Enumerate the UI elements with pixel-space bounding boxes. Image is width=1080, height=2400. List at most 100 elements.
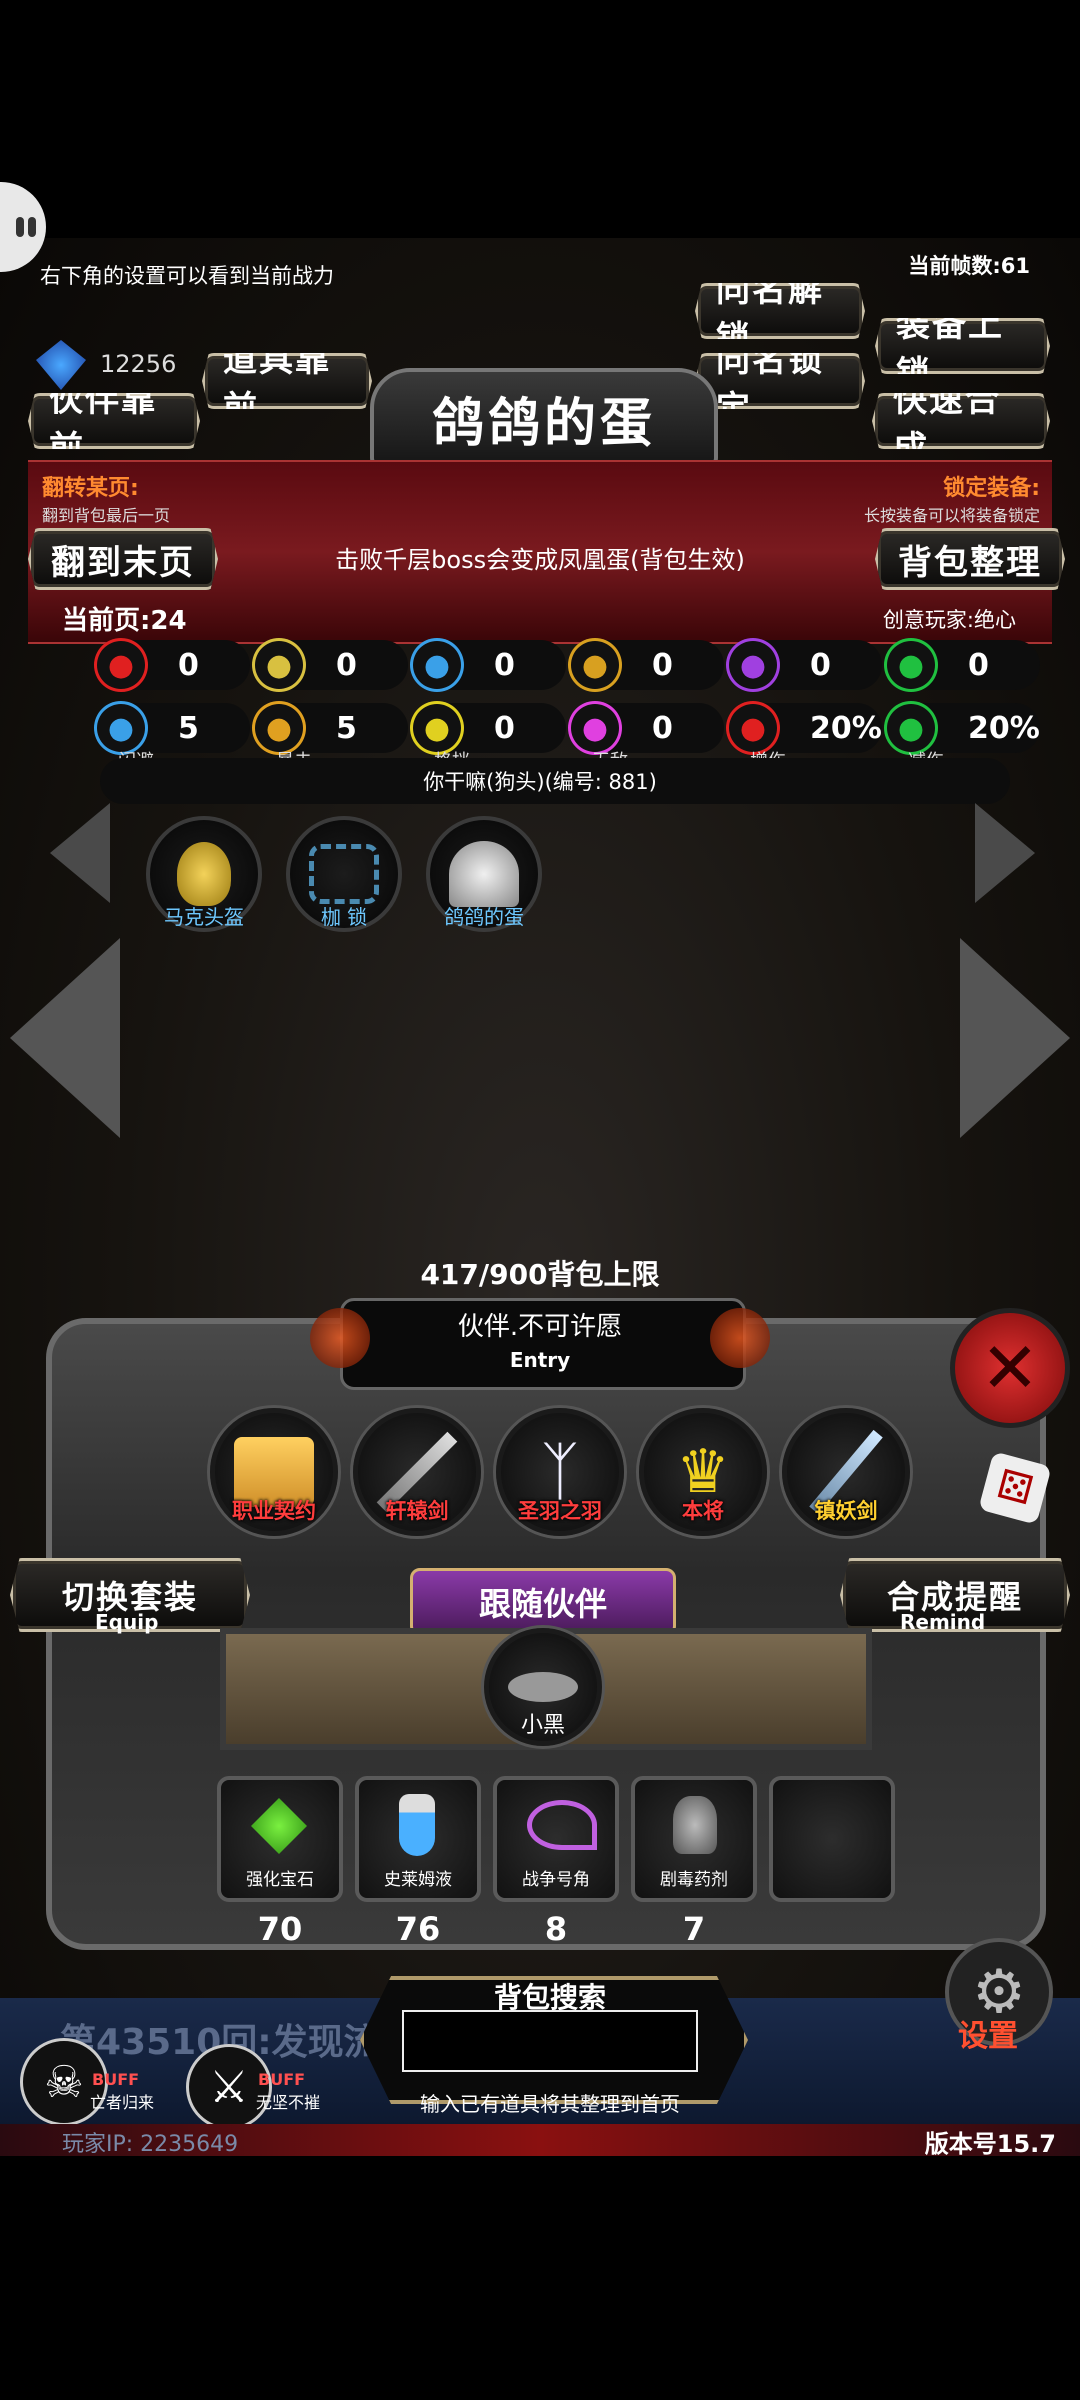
quick-merge-button[interactable]: 快速合成 bbox=[872, 393, 1050, 449]
helmet-icon: ● bbox=[410, 638, 464, 692]
bag-slot[interactable]: 史莱姆液 76 bbox=[355, 1776, 481, 1948]
partner-item-name: 镇妖剑 bbox=[814, 1499, 878, 1523]
settings-label[interactable]: 设置 bbox=[958, 2011, 1018, 2055]
flip-label: 翻转某页: bbox=[42, 476, 139, 501]
bag-slot[interactable]: 剧毒药剂 7 bbox=[631, 1776, 757, 1948]
stat-value: 0 bbox=[968, 647, 989, 683]
next-small-arrow[interactable] bbox=[975, 803, 1035, 903]
search-hint: 输入已有道具将其整理到首页 bbox=[420, 2092, 680, 2116]
prev-small-arrow[interactable] bbox=[50, 803, 110, 903]
same-name-lock-button[interactable]: 同名锁定 bbox=[695, 353, 865, 409]
tip-text: 右下角的设置可以看到当前战力 bbox=[40, 264, 334, 288]
partner-item[interactable]: 职业契约 bbox=[210, 1408, 338, 1536]
follow-partner-slot[interactable]: 小黑 bbox=[484, 1628, 602, 1746]
horn-icon bbox=[527, 1800, 597, 1850]
bag-item-name: 史莱姆液 bbox=[384, 1870, 452, 1890]
shackles-icon bbox=[309, 844, 379, 904]
stat-value: 0 bbox=[652, 710, 673, 746]
partner-front-button[interactable]: 伙伴靠前 bbox=[28, 393, 200, 449]
stat-value: 5 bbox=[336, 710, 357, 746]
stat-value: 5 bbox=[178, 710, 199, 746]
crown-icon: ♛ bbox=[676, 1437, 730, 1507]
equipped-slot-egg[interactable]: 鸽鸽的蛋 bbox=[426, 816, 542, 932]
stat-pill: ●0格挡 bbox=[410, 701, 566, 772]
stat-value: 0 bbox=[494, 647, 515, 683]
bag-item-name: 战争号角 bbox=[522, 1870, 590, 1890]
bag-slot[interactable]: 战争号角 8 bbox=[493, 1776, 619, 1948]
current-page: 当前页:24 bbox=[62, 606, 187, 636]
equipped-name: 马克头盔 bbox=[164, 905, 244, 929]
buff1-tag: BUFF bbox=[92, 2070, 140, 2089]
same-name-unlock-button[interactable]: 同名解锁 bbox=[695, 283, 865, 339]
creative-player: 创意玩家:绝心 bbox=[882, 608, 1016, 632]
stat-value: 20% bbox=[810, 710, 882, 746]
gem-count: 12256 bbox=[100, 350, 177, 378]
bag-item-count: 8 bbox=[544, 1910, 568, 1948]
stat-value: 0 bbox=[810, 647, 831, 683]
stat-value: 0 bbox=[336, 647, 357, 683]
bag-search-input[interactable] bbox=[402, 2010, 698, 2072]
pet-name: 小黑 bbox=[520, 1713, 565, 1738]
go-last-page-button[interactable]: 翻到末页 bbox=[28, 528, 218, 590]
stat-pill: ● 0 bbox=[410, 638, 566, 692]
sapphire-icon bbox=[36, 340, 86, 390]
bag-sort-button[interactable]: 背包整理 bbox=[875, 528, 1065, 590]
stat-pill: ●5闪避 bbox=[94, 701, 250, 772]
heart-icon: ● bbox=[94, 638, 148, 692]
prev-page-arrow[interactable] bbox=[10, 938, 120, 1138]
fps-counter: 当前帧数:61 bbox=[908, 254, 1030, 278]
bag-capacity: 417/900背包上限 bbox=[420, 1258, 660, 1291]
stat-value: 0 bbox=[494, 710, 515, 746]
partner-item-name: 本将 bbox=[682, 1499, 724, 1523]
equip-lock-button[interactable]: 装备上锁 bbox=[875, 318, 1050, 374]
equipped-slot-shackles[interactable]: 枷 锁 bbox=[286, 816, 402, 932]
partner-banner-sub: Entry bbox=[509, 1348, 571, 1372]
stat-pill: ● 0 bbox=[726, 638, 882, 692]
partner-item-name: 职业契约 bbox=[232, 1499, 316, 1523]
stat-pill: ● 0 bbox=[884, 638, 1040, 692]
follow-partner-title: 跟随伙伴 bbox=[410, 1568, 676, 1636]
player-ip: 玩家IP: 2235649 bbox=[62, 2132, 239, 2156]
partner-item[interactable]: ᛉ 圣羽之羽 bbox=[496, 1408, 624, 1536]
bag-slot[interactable]: 强化宝石 70 bbox=[217, 1776, 343, 1948]
flip-hint: 翻到背包最后一页 bbox=[42, 506, 171, 525]
eye-icon bbox=[16, 217, 24, 237]
egg-icon bbox=[449, 841, 519, 907]
golden-mask-icon bbox=[177, 842, 231, 906]
poison-icon bbox=[673, 1796, 717, 1854]
owner-line: 你干嘛(狗头)(编号: 881) bbox=[423, 770, 657, 794]
lightning-icon: ● bbox=[726, 638, 780, 692]
fish-icon bbox=[508, 1672, 578, 1702]
bag-slot-empty[interactable] bbox=[769, 1776, 895, 1902]
item-description: 击败千层boss会变成凤凰蛋(背包生效) bbox=[335, 546, 745, 574]
buff2-name: 无坚不摧 bbox=[256, 2093, 321, 2112]
stat-value: 0 bbox=[652, 647, 673, 683]
buff2-tag: BUFF bbox=[258, 2070, 306, 2089]
stat-pill: ● 0 bbox=[568, 638, 724, 692]
sword-icon: ● bbox=[568, 638, 622, 692]
equipped-name: 鸽鸽的蛋 bbox=[444, 905, 524, 929]
partner-item-name: 轩辕剑 bbox=[385, 1499, 449, 1523]
partner-item[interactable]: ♛ 本将 bbox=[639, 1408, 767, 1536]
stat-value: 0 bbox=[178, 647, 199, 683]
stat-pill: ●5暴击 bbox=[252, 701, 408, 772]
partner-item[interactable]: 轩辕剑 bbox=[353, 1408, 481, 1536]
partner-item[interactable]: 镇妖剑 bbox=[782, 1408, 910, 1536]
close-button[interactable]: ✕ bbox=[950, 1308, 1070, 1428]
bag-item-name: 强化宝石 bbox=[246, 1870, 314, 1890]
item-title: 鸽鸽的蛋 bbox=[370, 368, 718, 468]
stat-pill: ● 0 bbox=[94, 638, 250, 692]
potion-icon bbox=[399, 1794, 435, 1856]
buff1-name: 亡者归来 bbox=[90, 2093, 155, 2112]
lock-hint: 长按装备可以将装备锁定 bbox=[863, 506, 1040, 525]
game-screen: 右下角的设置可以看到当前战力 当前帧数:61 12256 同名解锁 装备上锁 道… bbox=[0, 238, 1080, 2156]
equipped-slot-helmet[interactable]: 马克头盔 bbox=[146, 816, 262, 932]
props-front-button[interactable]: 道具靠前 bbox=[202, 353, 372, 409]
bag-item-count: 70 bbox=[257, 1910, 303, 1948]
next-page-arrow[interactable] bbox=[960, 938, 1070, 1138]
version-number: 版本号15.7 bbox=[924, 2130, 1056, 2156]
bag-item-count: 76 bbox=[395, 1910, 441, 1948]
bag-item-name: 剧毒药剂 bbox=[660, 1870, 728, 1890]
stat-pill: ●20%增伤 bbox=[726, 701, 882, 772]
green-gem-icon bbox=[251, 1798, 307, 1854]
